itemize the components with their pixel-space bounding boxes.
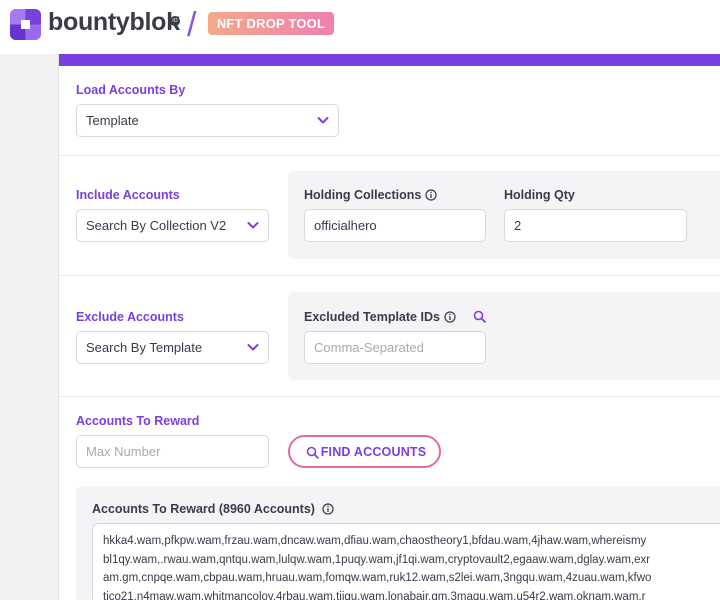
accounts-to-reward-label: Accounts To Reward	[76, 414, 200, 428]
accent-bar	[59, 54, 720, 66]
brand-tag: IO	[170, 16, 180, 26]
holding-qty-input[interactable]	[504, 209, 687, 242]
holding-collections-input[interactable]	[304, 209, 486, 242]
excluded-template-ids-label: Excluded Template IDs	[304, 310, 440, 324]
results-label: Accounts To Reward (8960 Accounts)	[92, 502, 315, 516]
sidebar	[0, 54, 59, 600]
find-accounts-label: FIND ACCOUNTS	[320, 444, 427, 459]
search-icon	[306, 446, 319, 459]
results-line: tico21.n4maw.wam.whitmancolov.4rbau.wam.…	[103, 590, 646, 600]
load-accounts-selected: Template	[86, 113, 139, 128]
include-accounts-selected: Search By Collection V2	[86, 218, 227, 233]
bountyblok-logo-icon[interactable]	[10, 9, 41, 40]
max-number-input[interactable]	[76, 435, 269, 468]
include-accounts-select[interactable]: Search By Collection V2	[76, 209, 269, 242]
find-accounts-button[interactable]: FIND ACCOUNTS	[288, 435, 441, 468]
load-accounts-label: Load Accounts By	[76, 83, 186, 97]
header-divider: /	[187, 6, 197, 44]
info-icon[interactable]	[425, 189, 437, 201]
exclude-accounts-select[interactable]: Search By Template	[76, 331, 269, 364]
exclude-accounts-selected: Search By Template	[86, 340, 203, 355]
exclude-accounts-label: Exclude Accounts	[76, 310, 184, 324]
section-divider	[59, 155, 720, 156]
holding-collections-label: Holding Collections	[304, 188, 422, 202]
load-accounts-select[interactable]: Template	[76, 104, 339, 137]
search-icon[interactable]	[473, 310, 486, 323]
results-line: am.gm,cnpqe.wam,cbpau.wam,hruau.wam,fomq…	[103, 572, 652, 584]
info-icon[interactable]	[322, 503, 334, 515]
chevron-down-icon	[247, 344, 259, 351]
info-icon[interactable]	[444, 311, 456, 323]
section-divider	[59, 275, 720, 276]
section-divider	[59, 396, 720, 397]
holding-qty-label: Holding Qty	[504, 188, 575, 202]
main-panel: Load Accounts By Template Include Accoun…	[59, 54, 720, 600]
app-header: bountyblok IO / NFT DROP TOOL	[0, 0, 720, 54]
nft-drop-tool-badge: NFT DROP TOOL	[208, 12, 334, 35]
chevron-down-icon	[247, 222, 259, 229]
excluded-template-ids-input[interactable]	[304, 331, 486, 364]
results-textarea[interactable]: hkka4.wam,pfkpw.wam,frzau.wam,dncaw.wam,…	[92, 523, 720, 600]
include-accounts-label: Include Accounts	[76, 188, 180, 202]
results-line: bl1qy.wam,.rwau.wam,qntqu.wam,lulqw.wam,…	[103, 553, 651, 566]
results-line: hkka4.wam,pfkpw.wam,frzau.wam,dncaw.wam,…	[103, 535, 647, 547]
brand-name[interactable]: bountyblok	[48, 8, 180, 37]
chevron-down-icon	[317, 117, 329, 124]
